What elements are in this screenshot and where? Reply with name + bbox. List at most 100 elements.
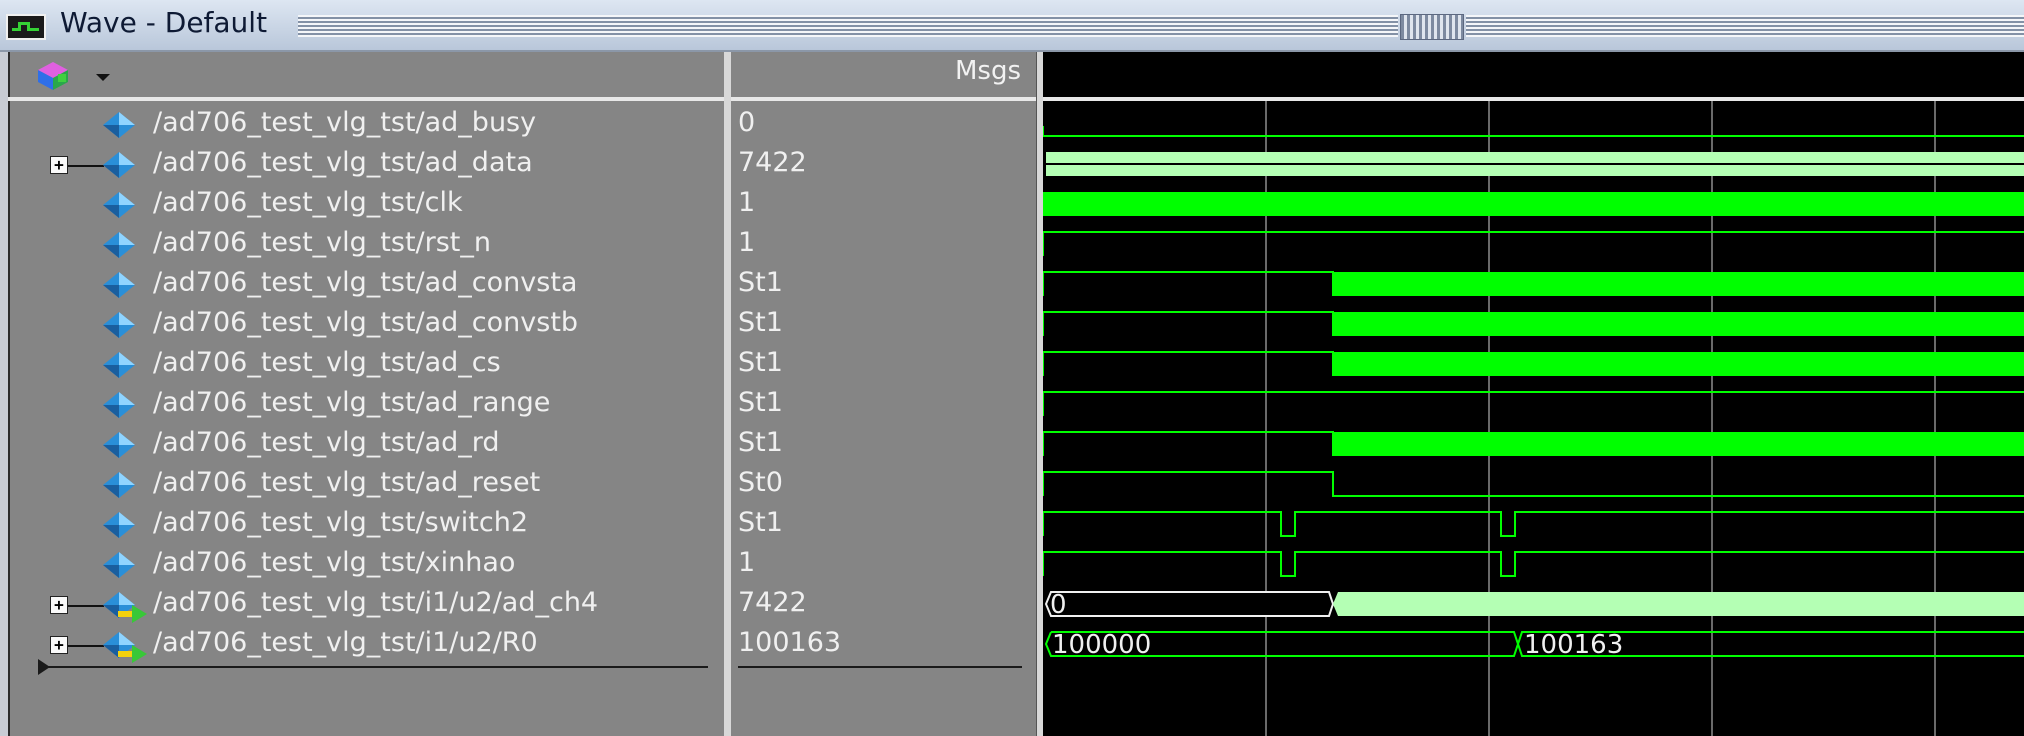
tree-connector: [68, 165, 104, 167]
signal-row[interactable]: + /ad706_test_vlg_tst/i1/u2/ad_ch4: [8, 585, 724, 625]
wave-header-divider: [1043, 97, 2024, 101]
signal-value: St1: [738, 387, 783, 418]
signal-name[interactable]: /ad706_test_vlg_tst/ad_rd: [153, 427, 500, 458]
signal-name[interactable]: /ad706_test_vlg_tst/i1/u2/ad_ch4: [153, 587, 598, 618]
value-row[interactable]: St1: [731, 425, 1036, 465]
value-row[interactable]: St1: [731, 265, 1036, 305]
signal-name[interactable]: /ad706_test_vlg_tst/ad_reset: [153, 467, 540, 498]
signal-row[interactable]: + /ad706_test_vlg_tst/i1/u2/R0: [8, 625, 724, 665]
signal-diamond-icon: [102, 231, 136, 259]
signal-row[interactable]: /ad706_test_vlg_tst/ad_convstb: [8, 305, 724, 345]
waveform-canvas[interactable]: 0 100000 100163: [1043, 52, 2024, 736]
signal-diamond-icon: [102, 431, 136, 459]
signal-name[interactable]: /ad706_test_vlg_tst/clk: [153, 187, 463, 218]
signal-name[interactable]: /ad706_test_vlg_tst/xinhao: [153, 547, 515, 578]
title-grip: [298, 15, 1398, 37]
signal-row[interactable]: /ad706_test_vlg_tst/rst_n: [8, 225, 724, 265]
signal-diamond-icon: [102, 311, 136, 339]
signal-value: 0: [738, 107, 756, 138]
waveform-ad_range: [1043, 391, 2024, 416]
waveform-ad_ch4-segment: [1044, 591, 1335, 617]
signal-row[interactable]: /ad706_test_vlg_tst/switch2: [8, 505, 724, 545]
value-row[interactable]: 0: [731, 105, 1036, 145]
signal-value: 100163: [738, 627, 842, 658]
signal-row[interactable]: + /ad706_test_vlg_tst/ad_data: [8, 145, 724, 185]
window-title: Wave - Default: [60, 6, 268, 39]
bus-value-R0-2: 100163: [1524, 630, 1623, 660]
signal-row[interactable]: /ad706_test_vlg_tst/ad_busy: [8, 105, 724, 145]
cube-icon: [38, 62, 68, 90]
bus-value-R0-1: 100000: [1052, 630, 1151, 660]
value-row[interactable]: St1: [731, 345, 1036, 385]
value-row[interactable]: St1: [731, 385, 1036, 425]
signal-value-list: 0 7422 1 1 St1 St1 St1 St1 St1 St0 St1 1 7422 100163: [731, 105, 1036, 665]
value-row[interactable]: 1: [731, 225, 1036, 265]
signal-diamond-icon: [102, 151, 136, 179]
values-header-divider: [731, 97, 1036, 101]
value-row[interactable]: 1: [731, 545, 1036, 585]
waveform-clk: [1043, 192, 2024, 216]
signal-value: St1: [738, 427, 783, 458]
signal-name[interactable]: /ad706_test_vlg_tst/ad_convstb: [153, 307, 578, 338]
waveform-pane[interactable]: 0 100000 100163: [1043, 52, 2024, 736]
cursor-marker-icon[interactable]: [38, 659, 50, 675]
value-row[interactable]: 7422: [731, 145, 1036, 185]
signal-name-list: /ad706_test_vlg_tst/ad_busy + /ad706_test_…: [8, 105, 724, 665]
msgs-column-header: Msgs: [954, 56, 1021, 86]
value-row[interactable]: St1: [731, 505, 1036, 545]
chevron-down-icon[interactable]: [96, 74, 110, 81]
signal-row[interactable]: /ad706_test_vlg_tst/ad_reset: [8, 465, 724, 505]
value-row[interactable]: 7422: [731, 585, 1036, 625]
expand-toggle-icon[interactable]: +: [50, 596, 68, 614]
waveform-switch2: [1043, 511, 2024, 537]
title-grip-right: [1466, 15, 2024, 37]
dock-handle[interactable]: [1400, 14, 1464, 40]
waveform-ad_reset: [1043, 471, 2024, 497]
waveform-ad_convsta-activity: [1333, 272, 2024, 296]
signal-value: 1: [738, 227, 756, 258]
signal-name[interactable]: /ad706_test_vlg_tst/ad_cs: [153, 347, 501, 378]
signal-row[interactable]: /ad706_test_vlg_tst/ad_rd: [8, 425, 724, 465]
add-signal-menu-button[interactable]: [30, 54, 120, 96]
signal-value: St1: [738, 347, 783, 378]
signal-diamond-icon: [102, 351, 136, 379]
signal-row[interactable]: /ad706_test_vlg_tst/ad_convsta: [8, 265, 724, 305]
signal-row[interactable]: /ad706_test_vlg_tst/ad_range: [8, 385, 724, 425]
wave-window-icon: [6, 14, 46, 40]
signal-name[interactable]: /ad706_test_vlg_tst/rst_n: [153, 227, 491, 258]
signal-name[interactable]: /ad706_test_vlg_tst/ad_data: [153, 147, 533, 178]
signal-diamond-icon: [102, 191, 136, 219]
signal-value: St0: [738, 467, 783, 498]
names-header-divider: [8, 97, 724, 101]
cursor-line-values: [738, 666, 1022, 668]
waveform-ad_cs-activity: [1333, 352, 2024, 376]
waveform-ad_ch4-fill: [1333, 592, 2024, 616]
value-row[interactable]: 100163: [731, 625, 1036, 665]
waveform-rst_n: [1043, 231, 2024, 256]
signal-name[interactable]: /ad706_test_vlg_tst/switch2: [153, 507, 528, 538]
signal-diamond-icon: [102, 391, 136, 419]
expand-toggle-icon[interactable]: +: [50, 156, 68, 174]
signal-name[interactable]: /ad706_test_vlg_tst/ad_busy: [153, 107, 536, 138]
value-row[interactable]: 1: [731, 185, 1036, 225]
signal-row[interactable]: /ad706_test_vlg_tst/xinhao: [8, 545, 724, 585]
signal-row[interactable]: /ad706_test_vlg_tst/ad_cs: [8, 345, 724, 385]
register-arrow-icon: [118, 605, 148, 623]
bus-value-ad_ch4: 0: [1050, 590, 1067, 620]
window-title-bar[interactable]: Wave - Default: [0, 0, 2024, 52]
signal-diamond-icon: [102, 111, 136, 139]
expand-toggle-icon[interactable]: +: [50, 636, 68, 654]
register-arrow-icon: [118, 645, 148, 663]
signal-name[interactable]: /ad706_test_vlg_tst/ad_convsta: [153, 267, 577, 298]
signal-value: St1: [738, 507, 783, 538]
signal-name[interactable]: /ad706_test_vlg_tst/i1/u2/R0: [153, 627, 538, 658]
signal-diamond-icon: [102, 511, 136, 539]
signal-value: St1: [738, 267, 783, 298]
waveform-ad_convstb-activity: [1333, 312, 2024, 336]
signal-row[interactable]: /ad706_test_vlg_tst/clk: [8, 185, 724, 225]
signal-name[interactable]: /ad706_test_vlg_tst/ad_range: [153, 387, 550, 418]
value-row[interactable]: St0: [731, 465, 1036, 505]
value-row[interactable]: St1: [731, 305, 1036, 345]
signal-diamond-icon: [102, 271, 136, 299]
waveform-ad_convstb: [1043, 311, 1334, 336]
